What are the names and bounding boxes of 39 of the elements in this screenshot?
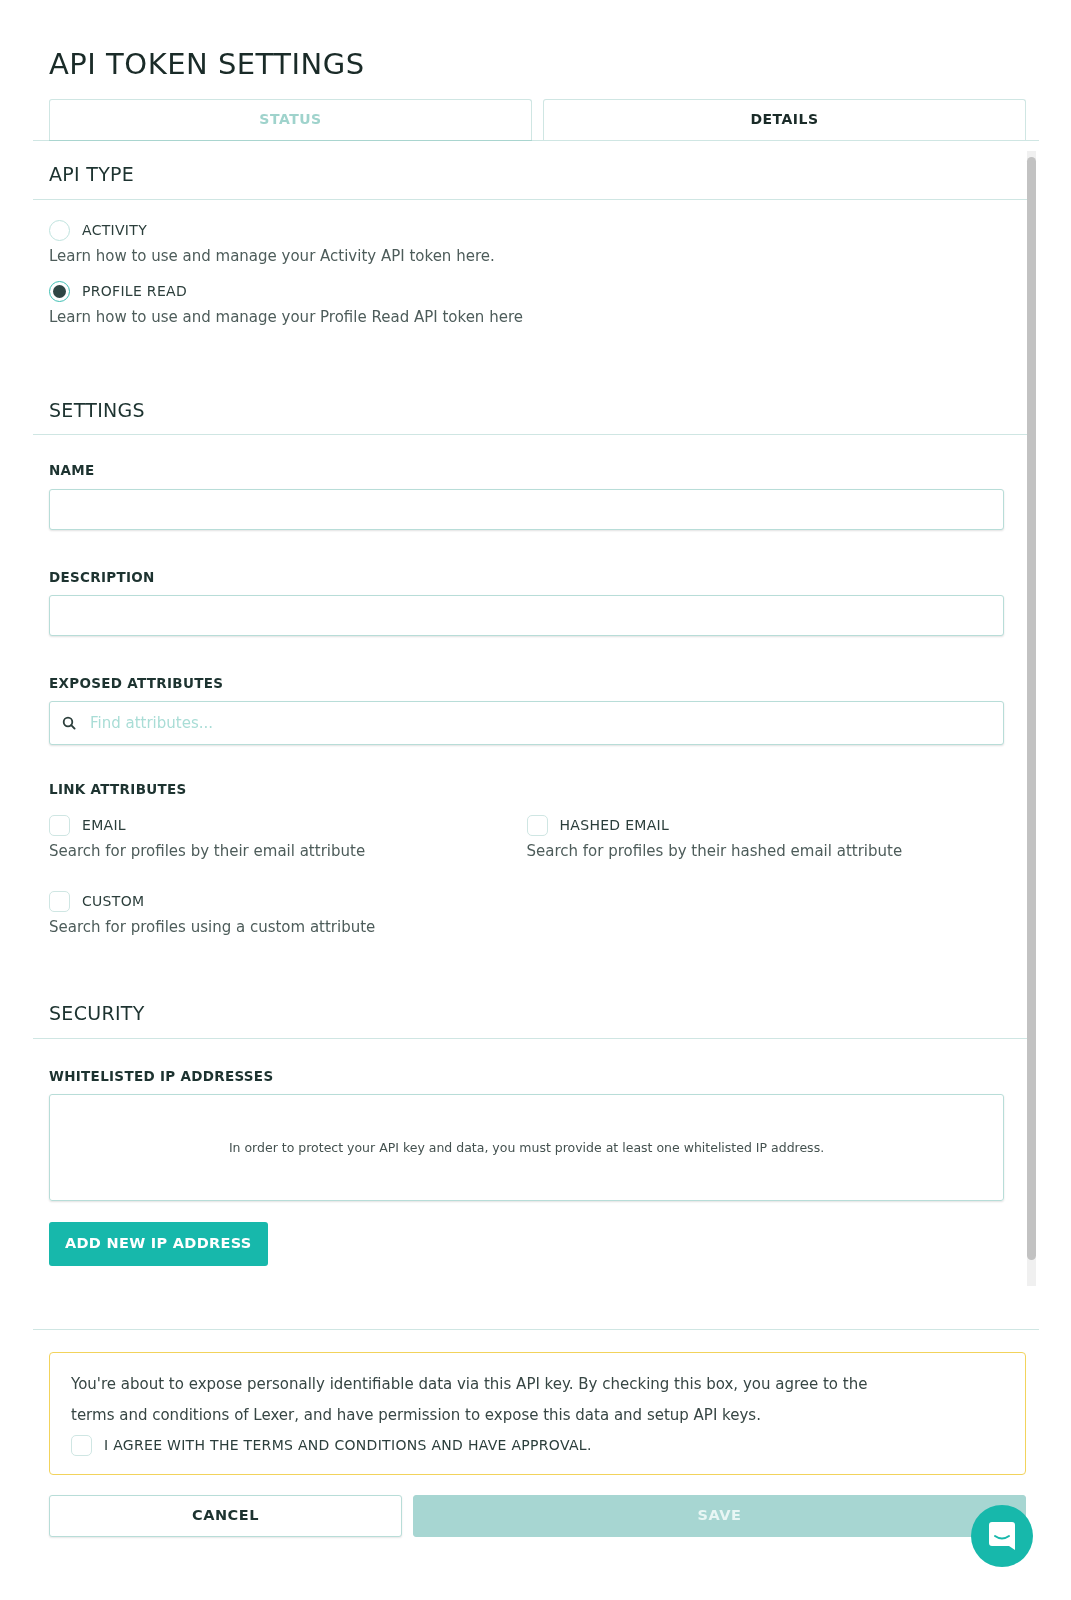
help-link[interactable]: here — [456, 246, 490, 265]
option-description: Search for profiles by their hashed email attribute — [526, 841, 904, 863]
scrollbar[interactable] — [1027, 150, 1036, 1286]
field-label: LINK ATTRIBUTES — [49, 780, 188, 800]
chat-icon — [988, 1521, 1016, 1551]
option-label: PROFILE READ — [82, 282, 187, 302]
help-link[interactable]: here — [489, 308, 523, 327]
search-field[interactable]: Find attributes... — [49, 701, 1004, 746]
search-icon — [62, 716, 76, 731]
option-label: CUSTOM — [82, 891, 145, 911]
hint-text: Learn how to use and manage your Activity API token here. — [49, 245, 496, 267]
empty-message: In order to protect your API key and data, you must provide at least one whitelisted IP address. — [228, 1138, 825, 1157]
checkbox[interactable] — [526, 815, 548, 837]
field-label: WHITELISTED IP ADDRESSES — [49, 1067, 275, 1087]
agreement-text: You're about to expose personally identifiable data via this API key. By checking this box, you agree to the terms and conditions of Lexer, and have permission to expose this data and setup API keys. — [71, 1373, 869, 1426]
checkbox[interactable] — [71, 1434, 92, 1456]
checkbox[interactable] — [49, 890, 70, 912]
field-label: EXPOSED ATTRIBUTES — [49, 673, 225, 693]
radio-button[interactable] — [49, 281, 70, 303]
section-heading: SECURITY — [33, 990, 1027, 1040]
field-label: DESCRIPTION — [49, 567, 156, 587]
cancel-button[interactable]: CANCEL — [49, 1494, 402, 1537]
text-field[interactable] — [49, 488, 1004, 530]
option-description: Search for profiles using a custom attribute — [49, 916, 377, 938]
radio-button[interactable] — [49, 219, 70, 241]
field-label: NAME — [49, 461, 96, 481]
section-heading: SETTINGS — [33, 386, 1027, 436]
hint-text: Learn how to use and manage your Profile Read API token here — [49, 307, 524, 329]
option-label: ACTIVITY — [82, 220, 147, 240]
option-label: EMAIL — [82, 816, 126, 836]
option-description: Search for profiles by their email attribute — [49, 841, 367, 863]
section-heading: API TYPE — [33, 150, 1027, 200]
tab[interactable]: DETAILS — [543, 98, 1026, 140]
page-title: API TOKEN SETTINGS — [48, 46, 366, 82]
checkbox-label: I AGREE WITH THE TERMS AND CONDITIONS AND HAVE APPROVAL. — [104, 1435, 592, 1455]
checkbox[interactable] — [49, 815, 70, 837]
terms-link[interactable]: terms and conditions — [71, 1405, 230, 1424]
option-label: HASHED EMAIL — [559, 816, 670, 836]
text-field[interactable] — [49, 594, 1004, 636]
